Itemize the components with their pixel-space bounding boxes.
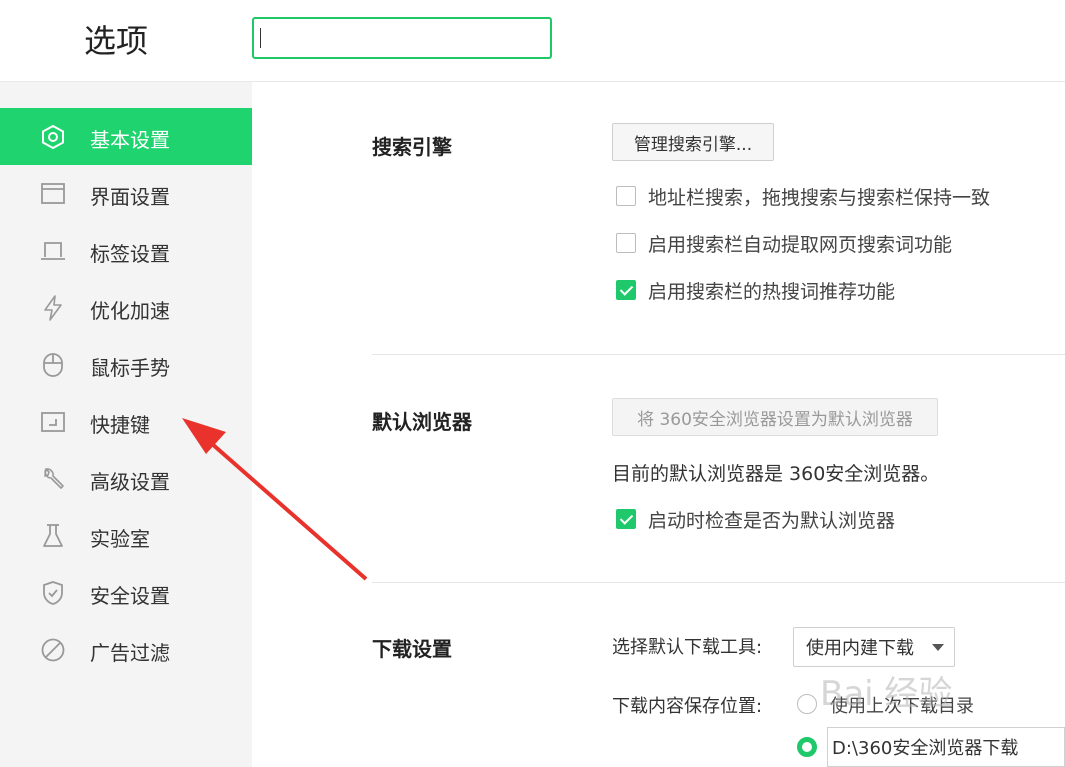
sidebar: 基本设置 界面设置 标签设置 优化加速 鼠标手势 快捷键 高级设置 实验室 安全…	[0, 82, 252, 767]
download-path-input[interactable]: D:\360安全浏览器下载	[827, 727, 1065, 767]
checkbox[interactable]	[616, 233, 636, 253]
default-browser-status: 目前的默认浏览器是 360安全浏览器。	[612, 463, 940, 485]
sidebar-item-label: 快捷键	[90, 413, 150, 437]
option-label: 地址栏搜索，拖拽搜索与搜索栏保持一致	[648, 186, 991, 209]
radio-custom-path[interactable]	[797, 737, 817, 757]
tab-icon	[41, 242, 65, 260]
sidebar-item-adblock[interactable]: 广告过滤	[0, 621, 252, 678]
download-tool-label: 选择默认下载工具:	[612, 637, 763, 658]
page-title: 选项	[84, 22, 149, 60]
sidebar-item-optimize[interactable]: 优化加速	[0, 279, 252, 336]
window-icon	[41, 183, 65, 204]
section-title-default-browser: 默认浏览器	[372, 410, 472, 434]
option-hot-search-recommend[interactable]: 启用搜索栏的热搜词推荐功能	[616, 277, 895, 303]
option-check-default-on-start[interactable]: 启动时检查是否为默认浏览器	[616, 506, 895, 532]
search-input[interactable]	[252, 17, 552, 59]
checkbox-checked[interactable]	[616, 509, 636, 529]
text-caret	[260, 28, 261, 48]
radio-last-directory[interactable]	[797, 694, 817, 714]
sidebar-item-label: 实验室	[90, 527, 150, 551]
option-label: 启动时检查是否为默认浏览器	[648, 509, 896, 532]
download-tool-select[interactable]: 使用内建下载	[793, 627, 955, 667]
shield-icon	[43, 581, 63, 605]
settings-hexagon-icon	[42, 124, 64, 150]
section-title-search-engine: 搜索引擎	[372, 135, 452, 159]
dropdown-arrow-icon	[932, 644, 944, 651]
sidebar-item-interface[interactable]: 界面设置	[0, 165, 252, 222]
sidebar-item-lab[interactable]: 实验室	[0, 507, 252, 564]
section-divider	[372, 354, 1065, 355]
sidebar-item-shortcuts[interactable]: 快捷键	[0, 393, 252, 450]
option-auto-extract-search-terms[interactable]: 启用搜索栏自动提取网页搜索词功能	[616, 230, 952, 256]
checkbox[interactable]	[616, 186, 636, 206]
sidebar-item-label: 安全设置	[90, 584, 170, 608]
sidebar-item-label: 鼠标手势	[90, 356, 170, 380]
save-location-label: 下载内容保存位置:	[612, 696, 763, 717]
sidebar-item-label: 优化加速	[90, 299, 170, 323]
block-icon	[41, 638, 65, 662]
manage-search-engines-button[interactable]: 管理搜索引擎...	[612, 123, 774, 161]
section-divider	[372, 582, 1065, 583]
header: 选项	[0, 0, 1065, 82]
path-value: D:\360安全浏览器下载	[832, 738, 1019, 759]
radio-last-directory-label: 使用上次下载目录	[830, 696, 974, 717]
select-value: 使用内建下载	[806, 638, 914, 659]
section-title-download: 下载设置	[372, 637, 452, 661]
option-label: 启用搜索栏的热搜词推荐功能	[648, 280, 896, 303]
settings-panel: 搜索引擎 管理搜索引擎... 地址栏搜索，拖拽搜索与搜索栏保持一致 启用搜索栏自…	[252, 82, 1065, 767]
sidebar-item-basic[interactable]: 基本设置	[0, 108, 252, 165]
sidebar-item-mouse-gesture[interactable]: 鼠标手势	[0, 336, 252, 393]
option-label: 启用搜索栏自动提取网页搜索词功能	[648, 233, 953, 256]
shortcut-icon	[41, 412, 65, 432]
sidebar-item-label: 高级设置	[90, 470, 170, 494]
lightning-icon	[44, 295, 62, 321]
checkbox-checked[interactable]	[616, 280, 636, 300]
flask-icon	[43, 524, 63, 547]
sidebar-item-tabs[interactable]: 标签设置	[0, 222, 252, 279]
sidebar-item-label: 标签设置	[90, 242, 170, 266]
sidebar-item-label: 界面设置	[90, 185, 170, 209]
option-address-bar-search[interactable]: 地址栏搜索，拖拽搜索与搜索栏保持一致	[616, 183, 990, 209]
sidebar-item-label: 广告过滤	[90, 641, 170, 665]
set-default-browser-button[interactable]: 将 360安全浏览器设置为默认浏览器	[612, 398, 938, 436]
wrench-icon	[44, 468, 64, 489]
mouse-icon	[43, 353, 63, 377]
sidebar-item-security[interactable]: 安全设置	[0, 564, 252, 621]
sidebar-item-label: 基本设置	[90, 128, 170, 152]
sidebar-item-advanced[interactable]: 高级设置	[0, 450, 252, 507]
